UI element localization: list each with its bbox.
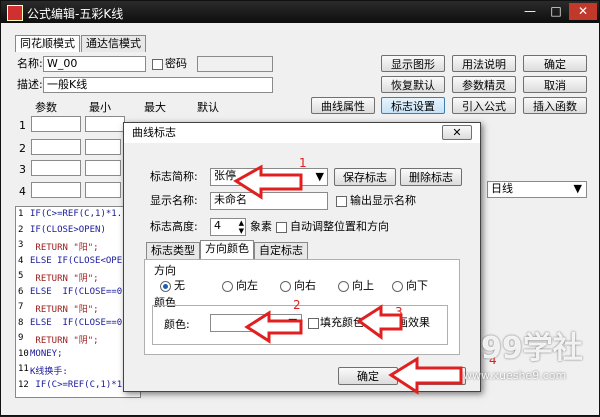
annotation-number: 2 (293, 298, 301, 312)
annotation-arrow (233, 164, 303, 200)
annotation-number: 3 (395, 305, 403, 319)
watermark-brand: 99学社 (481, 331, 583, 366)
formula-editor-window: 公式编辑-五彩K线 — □ ✕ 同花顺模式 通达信模式 名称: W_00 密码 … (0, 0, 600, 416)
annotation-arrow (388, 356, 463, 395)
annotation-arrow (244, 310, 303, 344)
watermark-url: www.xueshe9.com (463, 369, 567, 382)
annotation-number: 1 (299, 156, 307, 170)
